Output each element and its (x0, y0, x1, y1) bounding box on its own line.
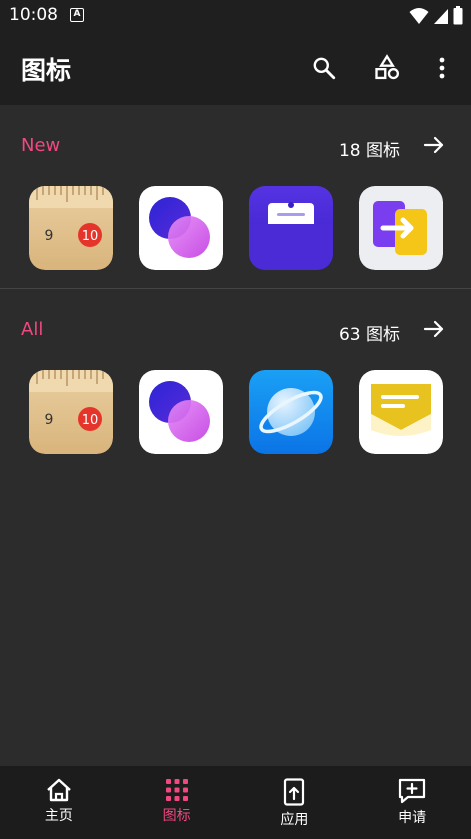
nav-item-apps[interactable]: 应用 (236, 766, 354, 839)
nav-label: 主页 (44, 808, 73, 824)
nav-label: 应用 (280, 812, 309, 828)
shapes-button[interactable] (372, 53, 402, 83)
nav-label: 申请 (398, 810, 427, 826)
signal-icon (434, 8, 448, 24)
phone-upload-icon (284, 778, 305, 806)
ruler-number: 9 (45, 412, 54, 428)
shapes-icon (375, 54, 400, 80)
wifi-icon (409, 7, 429, 24)
grid-icon (165, 779, 188, 801)
more-options-button[interactable] (427, 53, 457, 83)
ruler-number: 10 (82, 229, 99, 244)
nav-item-home[interactable]: 主页 (0, 766, 118, 839)
app-bar: 图标 (0, 31, 471, 105)
bubbles-app-icon[interactable] (139, 186, 223, 270)
home-icon (47, 778, 71, 802)
system-icons (409, 6, 463, 25)
section-count[interactable]: 63 图标 (339, 320, 400, 345)
section-divider (0, 288, 471, 289)
battery-icon (453, 6, 463, 25)
planet-browser-icon[interactable] (249, 370, 333, 454)
bottom-navigation: 主页 图标 应用 申请 (0, 766, 471, 839)
bubbles-app-icon[interactable] (139, 370, 223, 454)
ruler-number: 9 (45, 228, 54, 244)
ruler-app-icon[interactable]: 9 10 (29, 186, 113, 270)
section-label: All (21, 319, 44, 340)
section-label: New (21, 135, 61, 156)
arrow-right-icon[interactable] (422, 133, 446, 157)
arrow-right-icon[interactable] (422, 317, 446, 341)
request-add-icon (399, 778, 426, 804)
notification-icon: A (70, 8, 84, 22)
search-icon (313, 57, 336, 80)
nav-item-icons[interactable]: 图标 (118, 766, 236, 839)
pocket-app-icon[interactable] (249, 186, 333, 270)
status-bar: 10:08 A (0, 0, 471, 31)
message-app-icon[interactable] (359, 370, 443, 454)
page-title: 图标 (21, 56, 72, 85)
more-vert-icon (439, 57, 445, 79)
nav-item-request[interactable]: 申请 (353, 766, 471, 839)
status-time: 10:08 (9, 5, 58, 25)
search-button[interactable] (309, 53, 339, 83)
nav-label: 图标 (162, 808, 191, 824)
section-count[interactable]: 18 图标 (339, 136, 400, 161)
transfer-app-icon[interactable] (359, 186, 443, 270)
ruler-app-icon[interactable]: 9 10 (29, 370, 113, 454)
ruler-number: 10 (82, 413, 99, 428)
